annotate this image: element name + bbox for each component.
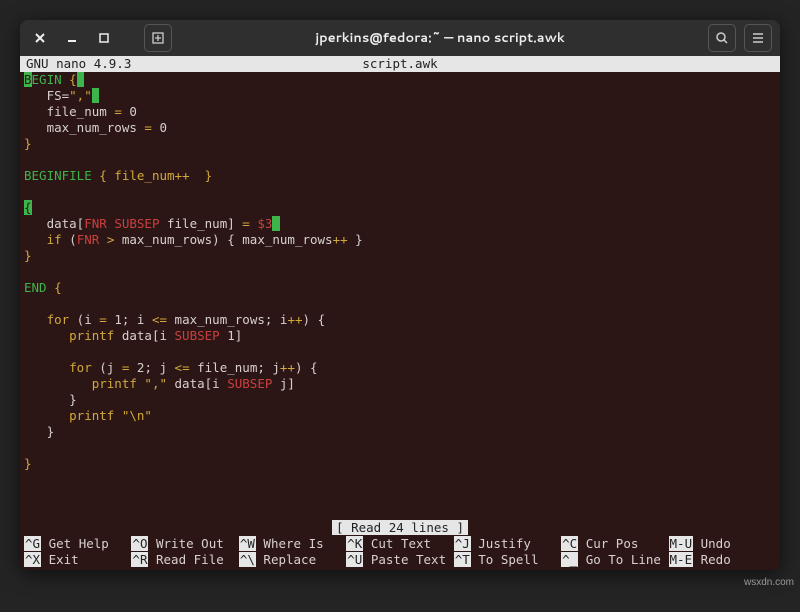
- shortcut-item: ^U Paste Text: [346, 552, 453, 568]
- shortcut-key: ^G: [24, 536, 41, 551]
- shortcut-item: ^G Get Help: [24, 536, 131, 552]
- shortcut-label: Read File: [148, 552, 223, 567]
- shortcut-item: ^_ Go To Line: [561, 552, 668, 568]
- titlebar: jperkins@fedora:~ — nano script.awk: [20, 20, 780, 56]
- terminal-window: jperkins@fedora:~ — nano script.awk GNU …: [20, 20, 780, 570]
- shortcut-key: ^_: [561, 552, 578, 567]
- shortcut-label: Paste Text: [363, 552, 446, 567]
- shortcut-item: M-U Undo: [669, 536, 776, 552]
- shortcut-label: Cut Text: [363, 536, 431, 551]
- hamburger-icon: [751, 31, 765, 45]
- shortcut-key: ^\: [239, 552, 256, 567]
- shortcut-key: ^T: [454, 552, 471, 567]
- terminal-body[interactable]: GNU nano 4.9.3 script.awk BEGIN { FS=","…: [20, 56, 780, 570]
- shortcut-label: Exit: [41, 552, 79, 567]
- new-tab-icon: [151, 31, 165, 45]
- shortcut-key: M-E: [669, 552, 694, 567]
- nano-filename: script.awk: [206, 56, 594, 72]
- shortcut-label: To Spell: [471, 552, 539, 567]
- shortcut-key: ^R: [131, 552, 148, 567]
- shortcut-label: Justify: [471, 536, 531, 551]
- shortcut-label: Go To Line: [578, 552, 661, 567]
- search-button[interactable]: [708, 24, 736, 52]
- window-title: jperkins@fedora:~ — nano script.awk: [172, 29, 708, 47]
- shortcut-label: Where Is: [256, 536, 324, 551]
- shortcut-key: ^O: [131, 536, 148, 551]
- close-icon: [34, 32, 46, 44]
- shortcut-key: ^J: [454, 536, 471, 551]
- new-tab-button[interactable]: [144, 24, 172, 52]
- shortcut-item: ^W Where Is: [239, 536, 346, 552]
- minimize-icon: [66, 32, 78, 44]
- shortcut-item: M-E Redo: [669, 552, 776, 568]
- shortcut-label: Undo: [693, 536, 731, 551]
- shortcut-key: ^X: [24, 552, 41, 567]
- watermark: wsxdn.com: [744, 577, 794, 588]
- maximize-icon: [98, 32, 110, 44]
- nano-version: GNU nano 4.9.3: [26, 56, 206, 72]
- shortcut-item: ^R Read File: [131, 552, 238, 568]
- shortcut-item: ^X Exit: [24, 552, 131, 568]
- shortcut-item: ^T To Spell: [454, 552, 561, 568]
- shortcut-item: ^\ Replace: [239, 552, 346, 568]
- shortcut-key: ^K: [346, 536, 363, 551]
- nano-shortcuts: ^G Get Help^O Write Out^W Where Is^K Cut…: [20, 536, 780, 570]
- editor-content[interactable]: BEGIN { FS="," file_num = 0 max_num_rows…: [20, 72, 780, 520]
- nano-status: [ Read 24 lines ]: [20, 520, 780, 536]
- close-button[interactable]: [28, 26, 52, 50]
- maximize-button[interactable]: [92, 26, 116, 50]
- shortcut-key: ^C: [561, 536, 578, 551]
- shortcut-key: M-U: [669, 536, 694, 551]
- shortcut-label: Get Help: [41, 536, 109, 551]
- shortcut-item: ^O Write Out: [131, 536, 238, 552]
- shortcut-label: Write Out: [148, 536, 223, 551]
- shortcut-item: ^K Cut Text: [346, 536, 453, 552]
- shortcut-label: Cur Pos: [578, 536, 638, 551]
- menu-button[interactable]: [744, 24, 772, 52]
- shortcut-key: ^U: [346, 552, 363, 567]
- shortcut-key: ^W: [239, 536, 256, 551]
- shortcut-label: Replace: [256, 552, 316, 567]
- shortcut-label: Redo: [693, 552, 731, 567]
- nano-header: GNU nano 4.9.3 script.awk: [20, 56, 780, 72]
- shortcut-item: ^J Justify: [454, 536, 561, 552]
- search-icon: [715, 31, 729, 45]
- minimize-button[interactable]: [60, 26, 84, 50]
- shortcut-item: ^C Cur Pos: [561, 536, 668, 552]
